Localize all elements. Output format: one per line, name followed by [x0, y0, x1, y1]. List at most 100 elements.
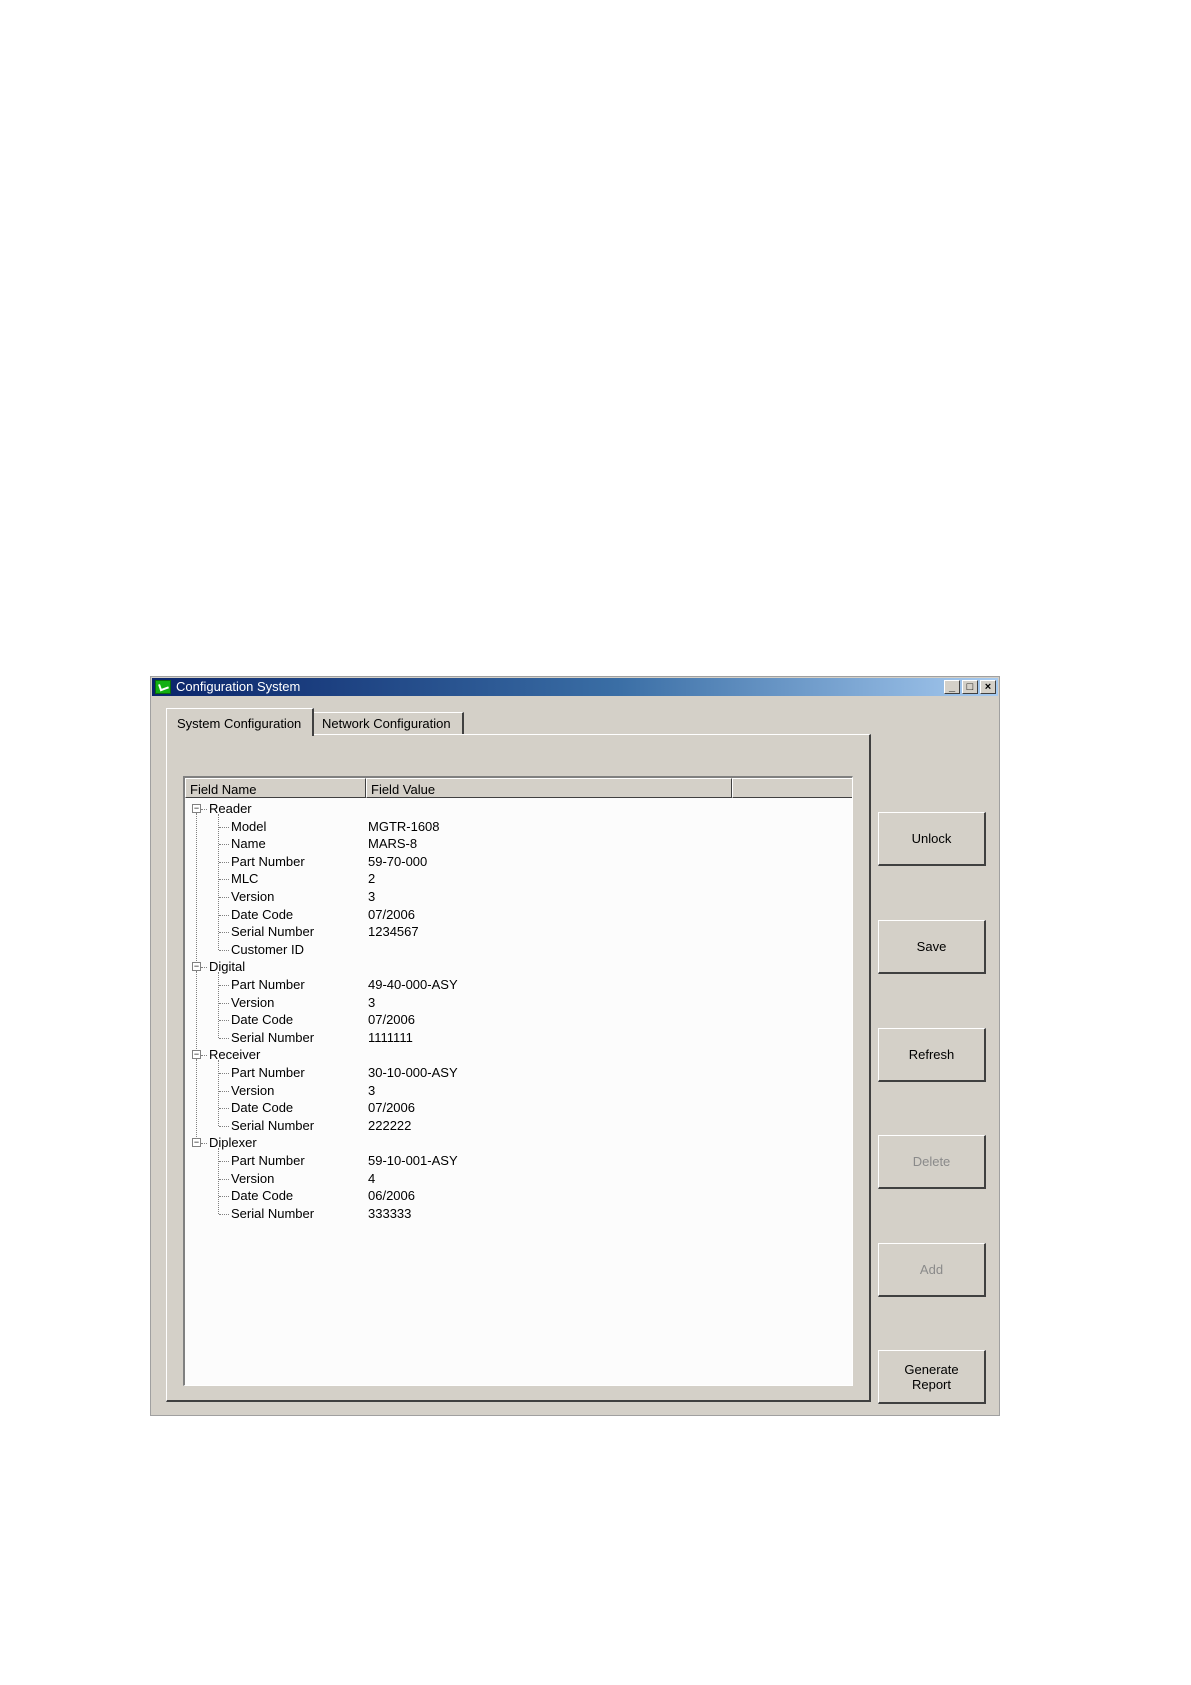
tab-network-configuration[interactable]: Network Configuration — [314, 712, 464, 734]
column-header-field-name[interactable]: Field Name — [185, 778, 366, 798]
tree-connector — [196, 813, 197, 968]
tree-connector — [219, 1002, 229, 1004]
field-value: 3 — [368, 1082, 376, 1098]
field-name: Name — [231, 836, 266, 852]
field-list[interactable]: Field Name Field Value − Reader Model MGTR-… — [183, 776, 853, 1386]
table-row[interactable]: Serial Number 333333 — [185, 1205, 845, 1223]
tree-connector — [219, 1090, 229, 1092]
tree-connector — [219, 914, 229, 916]
tree-connector — [201, 967, 207, 969]
tree-connector — [219, 1037, 229, 1039]
tree-group-receiver[interactable]: − Receiver — [185, 1046, 845, 1064]
field-name: Model — [231, 818, 267, 834]
table-row[interactable]: Name MARS-8 — [185, 835, 845, 853]
table-row[interactable]: Date Code 07/2006 — [185, 1011, 845, 1029]
title-bar[interactable]: Configuration System _ □ × — [152, 678, 998, 696]
tree-connector — [196, 1059, 197, 1144]
group-label: Diplexer — [209, 1135, 257, 1151]
maximize-button[interactable]: □ — [962, 680, 978, 694]
tree-connector — [219, 932, 229, 934]
unlock-button[interactable]: Unlock — [878, 812, 986, 866]
table-row[interactable]: Part Number 59-10-001-ASY — [185, 1152, 845, 1170]
field-name: Date Code — [231, 1100, 294, 1116]
save-button[interactable]: Save — [878, 920, 986, 974]
tree-connector — [201, 809, 207, 810]
field-value: 333333 — [368, 1205, 412, 1221]
field-value: 59-70-000 — [368, 853, 428, 869]
add-button[interactable]: Add — [878, 1243, 986, 1297]
field-value: 07/2006 — [368, 1100, 415, 1116]
column-header-extra[interactable] — [732, 778, 852, 798]
generate-report-button[interactable]: Generate Report — [878, 1350, 986, 1404]
tree-connector — [219, 897, 229, 898]
field-value: 07/2006 — [368, 906, 415, 922]
group-label: Reader — [209, 801, 252, 816]
field-name: Date Code — [231, 906, 294, 922]
collapse-icon[interactable]: − — [192, 962, 201, 972]
table-row[interactable]: Date Code 07/2006 — [185, 1099, 845, 1117]
field-value: MARS-8 — [368, 836, 418, 852]
group-label: Receiver — [209, 1047, 261, 1063]
tree-connector — [219, 1020, 229, 1022]
field-value: 1234567 — [368, 924, 419, 940]
field-name: Date Code — [231, 1012, 294, 1028]
delete-button[interactable]: Delete — [878, 1135, 986, 1189]
table-row[interactable]: MLC 2 — [185, 870, 845, 888]
tree-group-reader[interactable]: − Reader — [185, 800, 845, 818]
field-name: Date Code — [231, 1188, 294, 1204]
tree-connector — [196, 971, 197, 1056]
table-row[interactable]: Serial Number 1111111 — [185, 1029, 845, 1047]
field-name: Part Number — [231, 977, 305, 992]
close-button[interactable]: × — [980, 680, 996, 694]
minimize-button[interactable]: _ — [944, 680, 960, 694]
table-row[interactable]: Serial Number 222222 — [185, 1117, 845, 1135]
collapse-icon[interactable]: − — [192, 1050, 201, 1060]
field-value: 07/2006 — [368, 1012, 415, 1028]
tree-group-digital[interactable]: − Digital — [185, 958, 845, 976]
field-value: 3 — [368, 994, 376, 1010]
tree-connector — [219, 1196, 229, 1198]
tree-connector — [219, 861, 229, 863]
tree-connector — [201, 1143, 207, 1145]
table-row[interactable]: Serial Number 1234567 — [185, 923, 845, 941]
field-name: Part Number — [231, 853, 305, 869]
table-row[interactable]: Version 3 — [185, 888, 845, 906]
table-row[interactable]: Date Code 06/2006 — [185, 1187, 845, 1205]
field-name: Serial Number — [231, 1117, 315, 1133]
field-name: Customer ID — [231, 941, 304, 957]
table-row[interactable]: Customer ID — [185, 941, 845, 959]
tree-connector — [219, 1161, 229, 1162]
table-row[interactable]: Model MGTR-1608 — [185, 818, 845, 836]
tree-connector — [219, 985, 229, 986]
tree-connector — [219, 1125, 229, 1127]
collapse-icon[interactable]: − — [192, 804, 201, 813]
table-row[interactable]: Version 3 — [185, 1082, 845, 1100]
tree-connector — [219, 844, 229, 846]
tree-connector — [219, 949, 229, 951]
table-row[interactable]: Part Number 59-70-000 — [185, 853, 845, 871]
field-name: Version — [231, 1082, 275, 1098]
configuration-system-window: Configuration System _ □ × System Config… — [150, 676, 1000, 1416]
field-value: 06/2006 — [368, 1188, 415, 1204]
field-value: 3 — [368, 889, 376, 904]
tree-group-diplexer[interactable]: − Diplexer — [185, 1134, 845, 1152]
tab-system-configuration[interactable]: System Configuration — [166, 708, 314, 736]
table-row[interactable]: Part Number 49-40-000-ASY — [185, 976, 845, 994]
field-name: Serial Number — [231, 1205, 315, 1221]
column-header-field-value[interactable]: Field Value — [366, 778, 732, 798]
tree-connector — [219, 1178, 229, 1180]
field-name: MLC — [231, 871, 259, 887]
window-title: Configuration System — [176, 679, 301, 694]
collapse-icon[interactable]: − — [192, 1138, 201, 1148]
refresh-button[interactable]: Refresh — [878, 1028, 986, 1082]
field-name: Serial Number — [231, 924, 315, 940]
tree-connector — [219, 1108, 229, 1110]
table-row[interactable]: Version 4 — [185, 1170, 845, 1188]
table-row[interactable]: Version 3 — [185, 994, 845, 1012]
field-name: Serial Number — [231, 1029, 315, 1045]
field-value: 49-40-000-ASY — [368, 977, 458, 992]
tree-connector — [219, 879, 229, 881]
tree-connector — [219, 1073, 229, 1074]
table-row[interactable]: Part Number 30-10-000-ASY — [185, 1064, 845, 1082]
table-row[interactable]: Date Code 07/2006 — [185, 906, 845, 924]
